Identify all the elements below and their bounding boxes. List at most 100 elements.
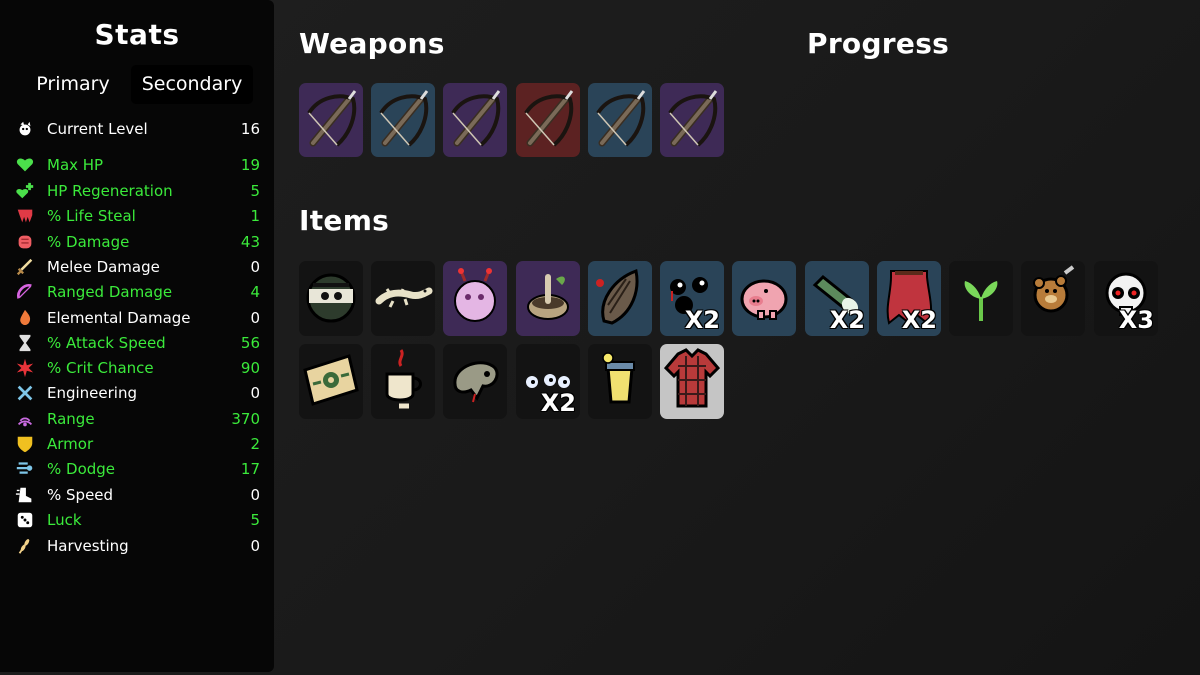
item-slot[interactable] [299,261,363,336]
shield-icon [14,433,36,455]
stat-label: Harvesting [47,537,129,555]
crossbow-icon [307,90,357,147]
tab-primary[interactable]: Primary [24,65,122,104]
item-slot[interactable] [443,344,507,419]
stat-value: 16 [240,120,260,138]
stat-row[interactable]: Harvesting 0 [14,534,264,558]
lemonade-icon [602,352,635,404]
stat-row[interactable]: Melee Damage 0 [14,255,264,279]
stat-row[interactable]: % Speed 0 [14,483,264,507]
claw-icon [596,268,639,325]
stat-value: 5 [250,511,260,529]
item-slot[interactable] [588,344,652,419]
stat-value: 43 [240,233,260,251]
stat-label: % Life Steal [47,207,136,225]
item-count: X2 [540,389,576,417]
dodge-icon [14,458,36,480]
stat-value: 370 [231,410,260,428]
stat-label: Elemental Damage [47,309,191,327]
hourglass-icon [14,332,36,354]
item-slot[interactable] [1021,261,1085,336]
item-slot[interactable]: X2 [516,344,580,419]
item-slot[interactable] [660,344,724,419]
stat-label: % Damage [47,233,130,251]
crossbow-icon [451,90,501,147]
stat-label: Max HP [47,156,104,174]
item-slot[interactable] [949,261,1013,336]
teddy-bear-icon [1033,265,1075,313]
stat-row[interactable]: Range 370 [14,407,264,431]
grey-blob-icon [453,361,499,403]
stat-label: % Attack Speed [47,334,166,352]
stat-label: Ranged Damage [47,283,173,301]
stat-row[interactable]: Max HP 19 [14,153,264,177]
stat-row[interactable]: Ranged Damage 4 [14,280,264,304]
stat-row[interactable]: HP Regeneration 5 [14,179,264,203]
fang-icon [14,205,36,227]
stat-label: % Speed [47,486,114,504]
stat-label: % Crit Chance [47,359,154,377]
item-slot[interactable]: X2 [805,261,869,336]
item-slot[interactable] [516,261,580,336]
weapon-slot[interactable] [660,83,724,157]
weapon-slot[interactable] [299,83,363,157]
stat-label: Engineering [47,384,137,402]
stat-row[interactable]: % Life Steal 1 [14,204,264,228]
stat-row[interactable]: Engineering 0 [14,381,264,405]
stat-row[interactable]: % Damage 43 [14,230,264,254]
weapon-slot[interactable] [443,83,507,157]
level-icon [14,118,36,140]
boot-icon [14,484,36,506]
stat-value: 0 [250,258,260,276]
lizard-icon [375,287,433,308]
stat-value: 4 [250,283,260,301]
stat-row[interactable]: % Crit Chance 90 [14,356,264,380]
item-slot[interactable] [732,261,796,336]
stat-label: Armor [47,435,94,453]
item-slot[interactable] [371,261,435,336]
range-icon [14,408,36,430]
weapon-slot[interactable] [588,83,652,157]
items-heading: Items [299,204,390,237]
stat-row[interactable]: Luck 5 [14,508,264,532]
regen-icon [14,180,36,202]
item-count: X2 [684,306,720,334]
stats-panel: Stats Primary Secondary Current Level 16 M… [0,0,274,672]
stat-row[interactable]: Elemental Damage 0 [14,306,264,330]
stat-label: Range [47,410,95,428]
ninja-mask-icon [306,273,356,323]
item-slot[interactable] [299,344,363,419]
item-count: X2 [901,306,937,334]
stat-row[interactable]: Current Level 16 [14,117,264,141]
item-slot[interactable] [588,261,652,336]
coffee-cup-icon [385,349,422,409]
wheat-icon [14,535,36,557]
item-slot[interactable]: X2 [660,261,724,336]
plaid-shirt-icon [663,348,721,408]
stat-label: Melee Damage [47,258,160,276]
mortar-pestle-icon [527,274,569,320]
heart-icon [14,154,36,176]
wrench-icon [14,382,36,404]
dice-icon [14,509,36,531]
stat-value: 0 [250,309,260,327]
stat-value: 90 [240,359,260,377]
stat-label: HP Regeneration [47,182,173,200]
stat-row[interactable]: % Dodge 17 [14,457,264,481]
tab-secondary[interactable]: Secondary [131,65,253,104]
weapons-heading: Weapons [299,27,445,60]
item-slot[interactable]: X3 [1094,261,1158,336]
pink-creature-icon [454,268,496,322]
item-slot[interactable]: X2 [877,261,941,336]
item-slot[interactable] [371,344,435,419]
stat-row[interactable]: Armor 2 [14,432,264,456]
stat-row[interactable]: % Attack Speed 56 [14,331,264,355]
item-slot[interactable] [443,261,507,336]
crossbow-icon [524,90,574,147]
sword-icon [14,256,36,278]
stat-value: 17 [240,460,260,478]
weapon-slot[interactable] [371,83,435,157]
flame-icon [14,307,36,329]
weapon-slot[interactable] [516,83,580,157]
stat-value: 2 [250,435,260,453]
